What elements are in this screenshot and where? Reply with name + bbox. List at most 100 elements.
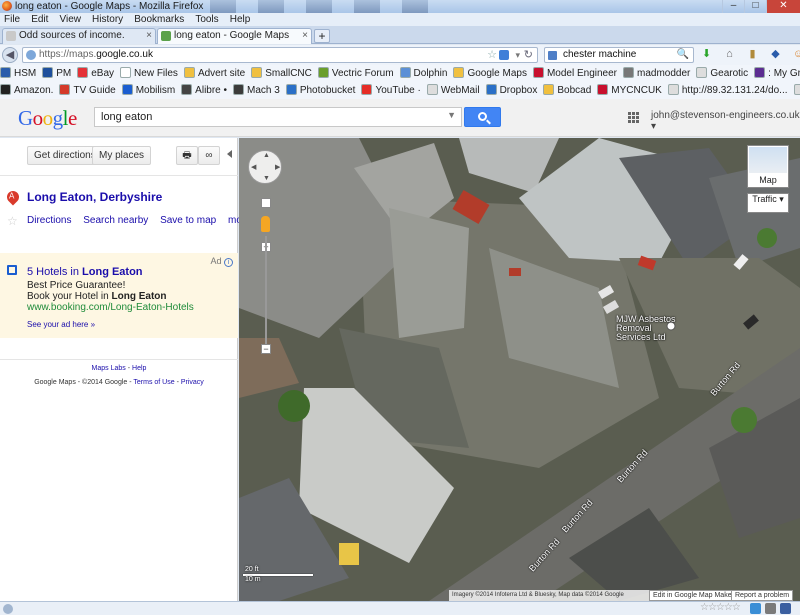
close-tab-icon[interactable]: ×: [146, 29, 152, 43]
bookmark-item[interactable]: Advert site: [183, 65, 245, 82]
business-label[interactable]: MJW Asbestos Removal Services Ltd: [616, 315, 686, 342]
download-icon[interactable]: ⬇: [700, 48, 713, 61]
bookmark-item[interactable]: eBay: [77, 65, 114, 82]
address-bar[interactable]: https://maps.google.co.uk ☆ ▾ ↻: [22, 47, 538, 63]
menu-view[interactable]: View: [55, 13, 85, 26]
face-icon[interactable]: ☺: [792, 48, 800, 61]
google-logo[interactable]: Google: [18, 107, 77, 129]
pan-control[interactable]: ▲ ▼ ◀ ▶: [248, 150, 282, 184]
satellite-imagery[interactable]: [239, 138, 800, 601]
bookmark-item[interactable]: Vectric Forum: [317, 65, 394, 82]
my-places-button[interactable]: My places: [92, 146, 152, 165]
bookmark-item[interactable]: PM: [42, 65, 71, 82]
status-icon: [3, 604, 13, 614]
bookmark-item[interactable]: : My Groups: [754, 65, 800, 82]
menu-file[interactable]: File: [0, 13, 24, 26]
see-your-ad-link[interactable]: See your ad here »: [27, 320, 95, 329]
report-problem-link[interactable]: Report a problem: [731, 590, 794, 601]
menu-bookmarks[interactable]: Bookmarks: [130, 13, 188, 26]
bookmark-item[interactable]: Amazon.: [0, 82, 53, 99]
maps-search-input[interactable]: [95, 108, 425, 126]
directions-link[interactable]: Directions: [27, 215, 71, 226]
addon-icon[interactable]: [765, 603, 776, 614]
bookmark-item[interactable]: Dropbox: [485, 82, 537, 99]
maps-search-box[interactable]: ▼: [94, 107, 462, 127]
bookmark-item[interactable]: Mach 3: [233, 82, 280, 99]
map-type-button[interactable]: Map: [747, 145, 789, 188]
ad-url[interactable]: www.booking.com/Long-Eaton-Hotels: [27, 302, 194, 313]
bookmark-item[interactable]: SmallCNC: [251, 65, 312, 82]
place-title[interactable]: Long Eaton, Derbyshire: [27, 190, 162, 204]
bookmark-item[interactable]: http://89.32.131.24/do...: [667, 82, 788, 99]
addon-icon[interactable]: [780, 603, 791, 614]
compass-icon[interactable]: [261, 198, 271, 208]
zoom-out-button[interactable]: −: [261, 344, 271, 354]
bookmark-item[interactable]: TV Guide: [59, 82, 116, 99]
pegman-icon[interactable]: [261, 216, 270, 232]
tab-odd-sources[interactable]: Odd sources of income. ×: [2, 28, 156, 44]
maximize-button[interactable]: □: [744, 0, 766, 13]
satellite-map[interactable]: MJW Asbestos Removal Services Ltd Burton…: [239, 138, 800, 601]
close-tab-icon[interactable]: ×: [302, 29, 308, 43]
new-tab-button[interactable]: +: [314, 29, 330, 43]
bookmark-star-icon[interactable]: ☆: [487, 48, 497, 62]
search-engine-icon[interactable]: [548, 51, 557, 60]
feed-icon[interactable]: [499, 50, 509, 60]
bookmark-item[interactable]: Model Engineer: [532, 65, 617, 82]
menu-help[interactable]: Help: [226, 13, 255, 26]
ad-box[interactable]: Ad i 5 Hotels in Long Eaton Best Price G…: [0, 253, 238, 338]
bookmark-item[interactable]: MYCNCUK: [597, 82, 662, 99]
ad-title[interactable]: 5 Hotels in Long Eaton: [27, 266, 143, 278]
rating-stars[interactable]: ☆☆☆☆☆: [700, 602, 741, 613]
back-button[interactable]: ◀: [2, 47, 18, 63]
save-to-map-link[interactable]: Save to map: [160, 215, 216, 226]
chevron-down-icon[interactable]: ▼: [447, 110, 456, 120]
bookmarks-icon[interactable]: ▮: [746, 48, 759, 61]
star-icon[interactable]: ☆: [7, 214, 18, 228]
zoom-slider[interactable]: [265, 236, 267, 346]
site-identity-icon[interactable]: [26, 50, 36, 60]
menu-tools[interactable]: Tools: [191, 13, 222, 26]
collapse-panel-icon[interactable]: [227, 150, 232, 158]
help-link[interactable]: Help: [132, 365, 146, 372]
search-nearby-link[interactable]: Search nearby: [83, 215, 148, 226]
bookmark-item[interactable]: HSM: [0, 65, 36, 82]
link-icon[interactable]: ∞: [198, 146, 220, 165]
browser-search-value: chester machine: [563, 49, 637, 60]
bookmark-item[interactable]: Photobucket: [285, 82, 355, 99]
bookmark-item[interactable]: Gearotic: [696, 65, 748, 82]
terms-link[interactable]: Terms of Use: [133, 379, 174, 386]
reload-icon[interactable]: ↻: [524, 48, 533, 62]
print-icon[interactable]: 🖶: [176, 146, 198, 165]
bookmark-label: Google Maps: [467, 68, 527, 79]
menu-edit[interactable]: Edit: [27, 13, 52, 26]
traffic-button[interactable]: Traffic ▾: [747, 193, 789, 213]
ad-tag[interactable]: Ad i: [210, 256, 233, 267]
minimize-button[interactable]: –: [722, 0, 744, 13]
bookmark-item[interactable]: WebMail: [426, 82, 480, 99]
history-dropdown-icon[interactable]: ▾: [515, 48, 520, 62]
bookmark-item[interactable]: YouTube ·: [361, 82, 421, 99]
edit-in-map-maker-link[interactable]: Edit in Google Map Maker: [649, 590, 738, 601]
bookmark-item[interactable]: pp3dp.com • Index page: [793, 82, 800, 99]
bookmark-item[interactable]: Bobcad: [543, 82, 591, 99]
maps-labs-link[interactable]: Maps Labs: [92, 365, 126, 372]
bookmark-item[interactable]: Dolphin: [399, 65, 447, 82]
apps-grid-icon[interactable]: [628, 112, 639, 123]
browser-search-box[interactable]: chester machine 🔍: [544, 47, 694, 63]
tab-google-maps[interactable]: long eaton - Google Maps ×: [157, 28, 312, 44]
menu-history[interactable]: History: [88, 13, 127, 26]
maps-search-button[interactable]: [464, 107, 501, 127]
home-icon[interactable]: ⌂: [723, 48, 736, 61]
addon-icon[interactable]: [750, 603, 761, 614]
bookmark-item[interactable]: Mobilism: [121, 82, 175, 99]
privacy-link[interactable]: Privacy: [181, 379, 204, 386]
account-menu[interactable]: john@stevenson-engineers.co.uk ▾: [651, 110, 800, 132]
bookmark-item[interactable]: madmodder: [623, 65, 690, 82]
addon-icon[interactable]: ◆: [769, 48, 782, 61]
bookmark-item[interactable]: Alibre •: [181, 82, 227, 99]
bookmark-item[interactable]: Google Maps: [453, 65, 527, 82]
bookmark-item[interactable]: New Files: [120, 65, 178, 82]
search-icon[interactable]: 🔍: [677, 48, 689, 62]
close-window-button[interactable]: ✕: [766, 0, 800, 13]
